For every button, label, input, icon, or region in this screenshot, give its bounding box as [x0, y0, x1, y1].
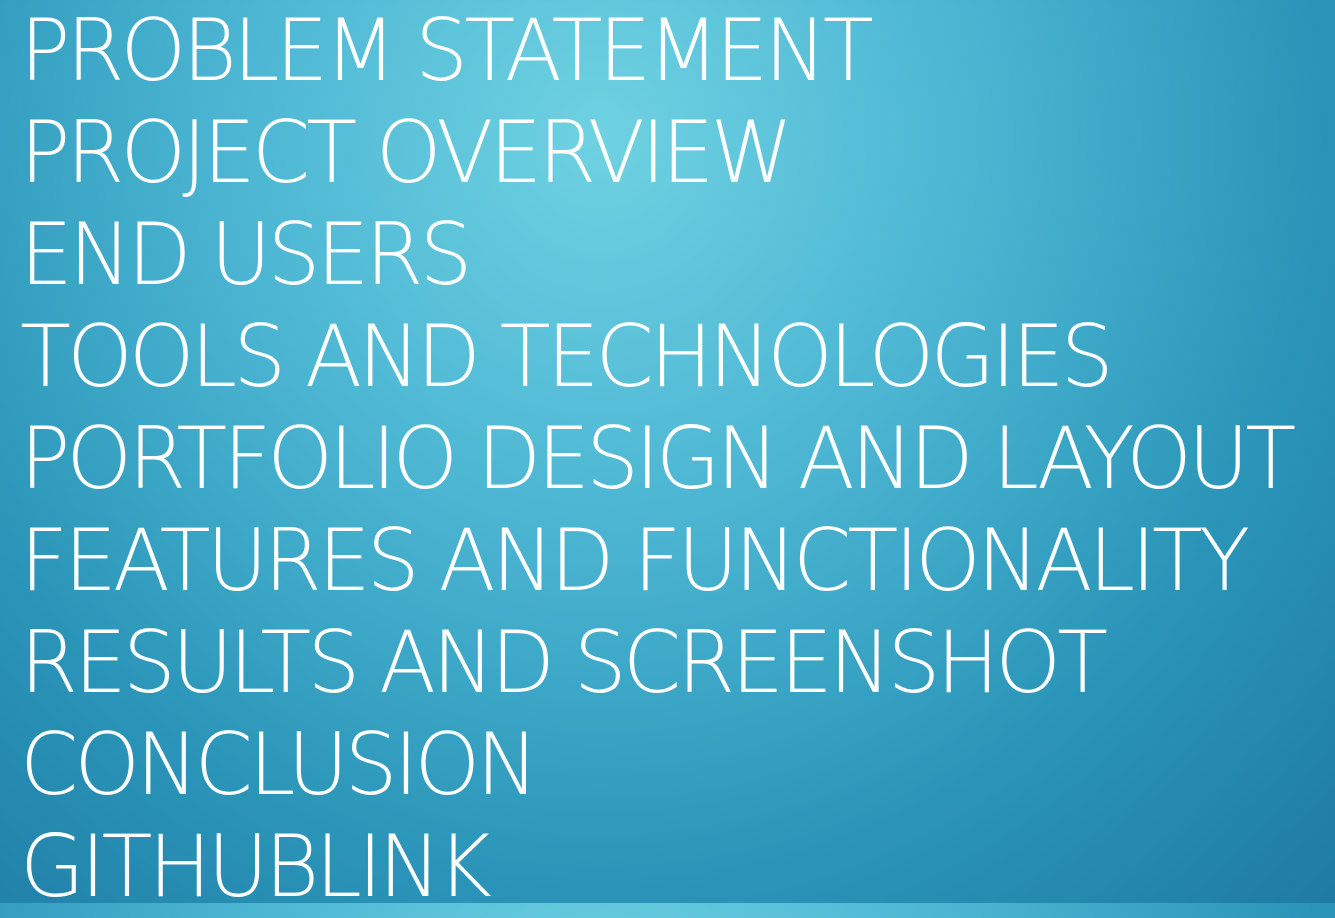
agenda-item-results-and-screenshot: RESULTS AND SCREENSHOT	[20, 613, 1108, 713]
agenda-item-conclusion: CONCLUSION	[20, 715, 539, 815]
agenda-item-portfolio-design-and-layout: PORTFOLIO DESIGN AND LAYOUT	[20, 409, 1296, 509]
slide: PROBLEM STATEMENT PROJECT OVERVIEW END U…	[0, 0, 1335, 917]
agenda-item-project-overview: PROJECT OVERVIEW	[20, 103, 793, 203]
agenda-item-features-and-functionality: FEATURES AND FUNCTIONALITY	[20, 511, 1250, 611]
agenda-item-problem-statement: PROBLEM STATEMENT	[20, 1, 874, 101]
agenda-item-tools-and-technologies: TOOLS AND TECHNOLOGIES	[20, 307, 1114, 407]
agenda-item-end-users: END USERS	[20, 205, 472, 305]
agenda-list: PROBLEM STATEMENT PROJECT OVERVIEW END U…	[20, 0, 1332, 918]
